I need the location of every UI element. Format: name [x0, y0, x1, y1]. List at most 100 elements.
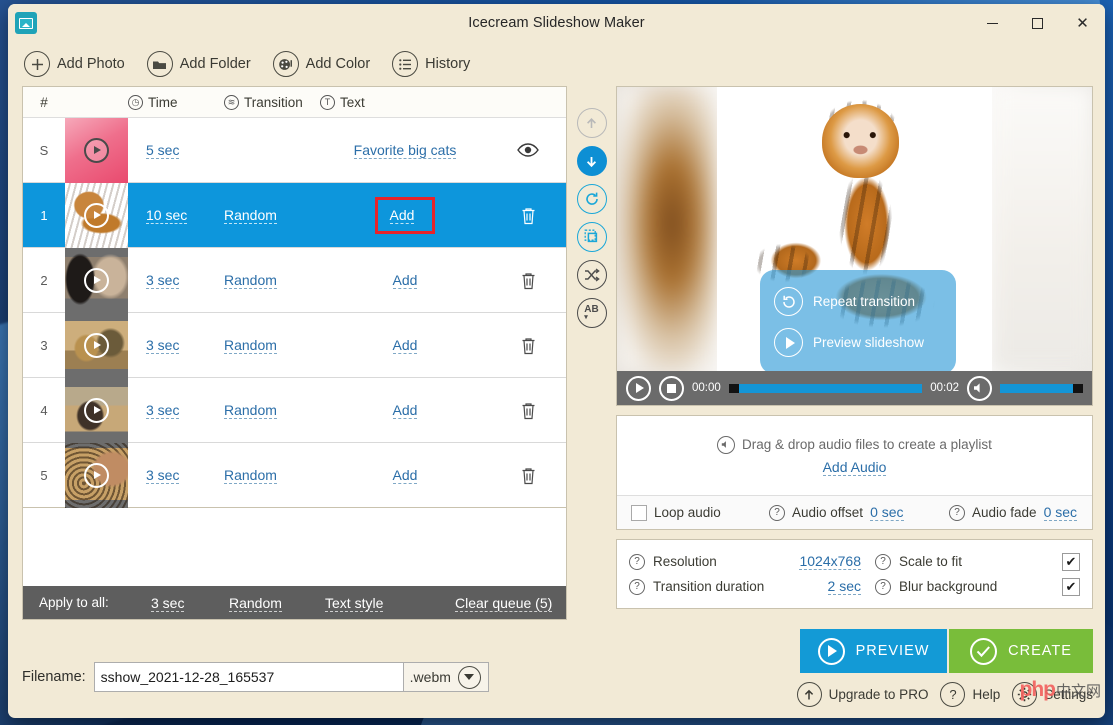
trash-icon[interactable] [520, 401, 537, 420]
volume-knob[interactable] [1073, 383, 1083, 393]
question-icon[interactable]: ? [875, 553, 891, 570]
row-transition-link[interactable]: Random [224, 467, 277, 484]
audio-offset-label: Audio offset [792, 505, 864, 520]
shuffle-icon[interactable] [576, 260, 607, 290]
settings-right-column: ? Scale to fit ✔ ? Blur background ✔ [861, 549, 1080, 599]
eye-icon[interactable] [517, 143, 539, 157]
move-down-icon[interactable] [576, 146, 607, 176]
help-button[interactable]: ? Help [940, 682, 1000, 707]
clock-icon: ◷ [128, 94, 143, 110]
row-transition-link[interactable]: Random [224, 207, 277, 224]
maximize-icon[interactable] [1015, 4, 1060, 42]
trash-icon[interactable] [520, 336, 537, 355]
slide-thumbnail[interactable] [65, 118, 128, 183]
table-row[interactable]: 5 3 sec Random Add [23, 442, 566, 508]
resolution-row: ? Resolution 1024x768 [629, 549, 861, 574]
clear-queue-link[interactable]: Clear queue (5) [455, 594, 553, 612]
trash-icon[interactable] [520, 206, 537, 225]
text-style-link[interactable]: Text style [325, 594, 384, 612]
add-photo-button[interactable]: Add Photo [24, 51, 125, 77]
transition-duration-label: Transition duration [653, 579, 765, 594]
question-icon[interactable]: ? [629, 553, 645, 570]
resolution-value[interactable]: 1024x768 [799, 553, 861, 570]
speaker-icon[interactable] [967, 375, 992, 401]
crop-icon[interactable] [576, 222, 607, 252]
chevron-down-icon[interactable] [457, 665, 481, 689]
row-time-link[interactable]: 3 sec [146, 337, 180, 354]
repeat-transition-button[interactable]: Repeat transition [774, 287, 956, 316]
add-audio-link[interactable]: Add Audio [822, 459, 887, 476]
table-row[interactable]: 3 3 sec Random Add [23, 312, 566, 378]
add-color-button[interactable]: Add Color [272, 51, 370, 77]
right-pane: Repeat transition Preview slideshow 00:0… [616, 86, 1093, 620]
row-text-cell: Favorite big cats [320, 142, 490, 159]
create-button-label: CREATE [1008, 643, 1072, 659]
row-action-cell [490, 143, 566, 157]
slide-thumbnail[interactable] [65, 247, 128, 313]
image-icon [15, 12, 37, 34]
row-transition-link[interactable]: Random [224, 337, 277, 354]
row-transition-link[interactable]: Random [224, 402, 277, 419]
loop-audio-option[interactable]: Loop audio [617, 504, 769, 521]
table-row[interactable]: 1 10 sec Random Add [23, 182, 566, 248]
row-time-link[interactable]: 5 sec [146, 142, 180, 159]
row-transition-link[interactable]: Random [224, 272, 277, 289]
preview-slideshow-button[interactable]: Preview slideshow [774, 328, 956, 357]
trash-icon[interactable] [520, 466, 537, 485]
slide-thumbnail[interactable] [65, 312, 128, 378]
history-button[interactable]: History [392, 51, 470, 77]
preview-button[interactable]: PREVIEW [800, 629, 947, 673]
play-icon[interactable] [626, 375, 651, 401]
row-time-link[interactable]: 3 sec [146, 467, 180, 484]
audio-dropzone[interactable]: Drag & drop audio files to create a play… [617, 416, 1092, 495]
row-text-link[interactable]: Add [392, 402, 418, 419]
row-time-link[interactable]: 3 sec [146, 272, 180, 289]
trash-icon[interactable] [520, 271, 537, 290]
create-button[interactable]: CREATE [949, 629, 1093, 673]
apply-time-link[interactable]: 3 sec [151, 594, 185, 612]
slide-thumbnail[interactable] [65, 442, 128, 508]
help-label: Help [972, 687, 1001, 702]
volume-slider[interactable] [1000, 383, 1083, 393]
question-icon[interactable]: ? [769, 504, 785, 521]
row-text-link[interactable]: Favorite big cats [353, 142, 457, 159]
question-icon[interactable]: ? [629, 578, 645, 595]
apply-transition-link[interactable]: Random [229, 594, 282, 612]
row-text-link[interactable]: Add [392, 337, 418, 354]
upgrade-to-pro-button[interactable]: Upgrade to PRO [796, 682, 928, 707]
loop-audio-checkbox[interactable] [631, 504, 647, 521]
arrow-up-icon [796, 682, 822, 707]
settings-button[interactable]: Settings [1012, 682, 1093, 707]
seek-slider[interactable] [728, 383, 923, 393]
row-number: 3 [40, 337, 48, 353]
filename-input[interactable] [93, 662, 404, 692]
audio-fade-value[interactable]: 0 sec [1043, 504, 1078, 521]
row-time-link[interactable]: 3 sec [146, 402, 180, 419]
close-icon[interactable]: ✕ [1060, 4, 1105, 42]
table-row[interactable]: S 5 sec Favorite big cats [23, 118, 566, 183]
question-icon[interactable]: ? [875, 578, 891, 595]
rotate-icon[interactable] [576, 184, 607, 214]
add-folder-button[interactable]: Add Folder [146, 51, 251, 77]
slide-thumbnail[interactable] [65, 182, 128, 248]
blur-background-checkbox[interactable]: ✔ [1062, 577, 1080, 596]
slide-thumbnail[interactable] [65, 377, 128, 443]
stop-icon[interactable] [659, 375, 684, 401]
loop-audio-label: Loop audio [654, 505, 721, 520]
row-text-link[interactable]: Add [392, 272, 418, 289]
audio-options: Loop audio ? Audio offset 0 sec ? Audio … [617, 495, 1092, 529]
row-text-link[interactable]: Add [389, 206, 415, 224]
move-up-icon[interactable] [576, 108, 607, 138]
sort-ab-icon[interactable]: AB ▾ [576, 298, 607, 328]
seek-knob[interactable] [728, 383, 739, 393]
row-text-link[interactable]: Add [392, 467, 418, 484]
audio-offset-value[interactable]: 0 sec [870, 504, 904, 521]
table-row[interactable]: 4 3 sec Random Add [23, 377, 566, 443]
table-row[interactable]: 2 3 sec Random Add [23, 247, 566, 313]
minimize-icon[interactable] [970, 4, 1015, 42]
header-transition: ≋ Transition [224, 94, 320, 110]
transition-duration-value[interactable]: 2 sec [827, 578, 861, 595]
scale-to-fit-checkbox[interactable]: ✔ [1062, 552, 1080, 571]
question-icon[interactable]: ? [949, 504, 965, 521]
row-time-link[interactable]: 10 sec [146, 207, 188, 224]
